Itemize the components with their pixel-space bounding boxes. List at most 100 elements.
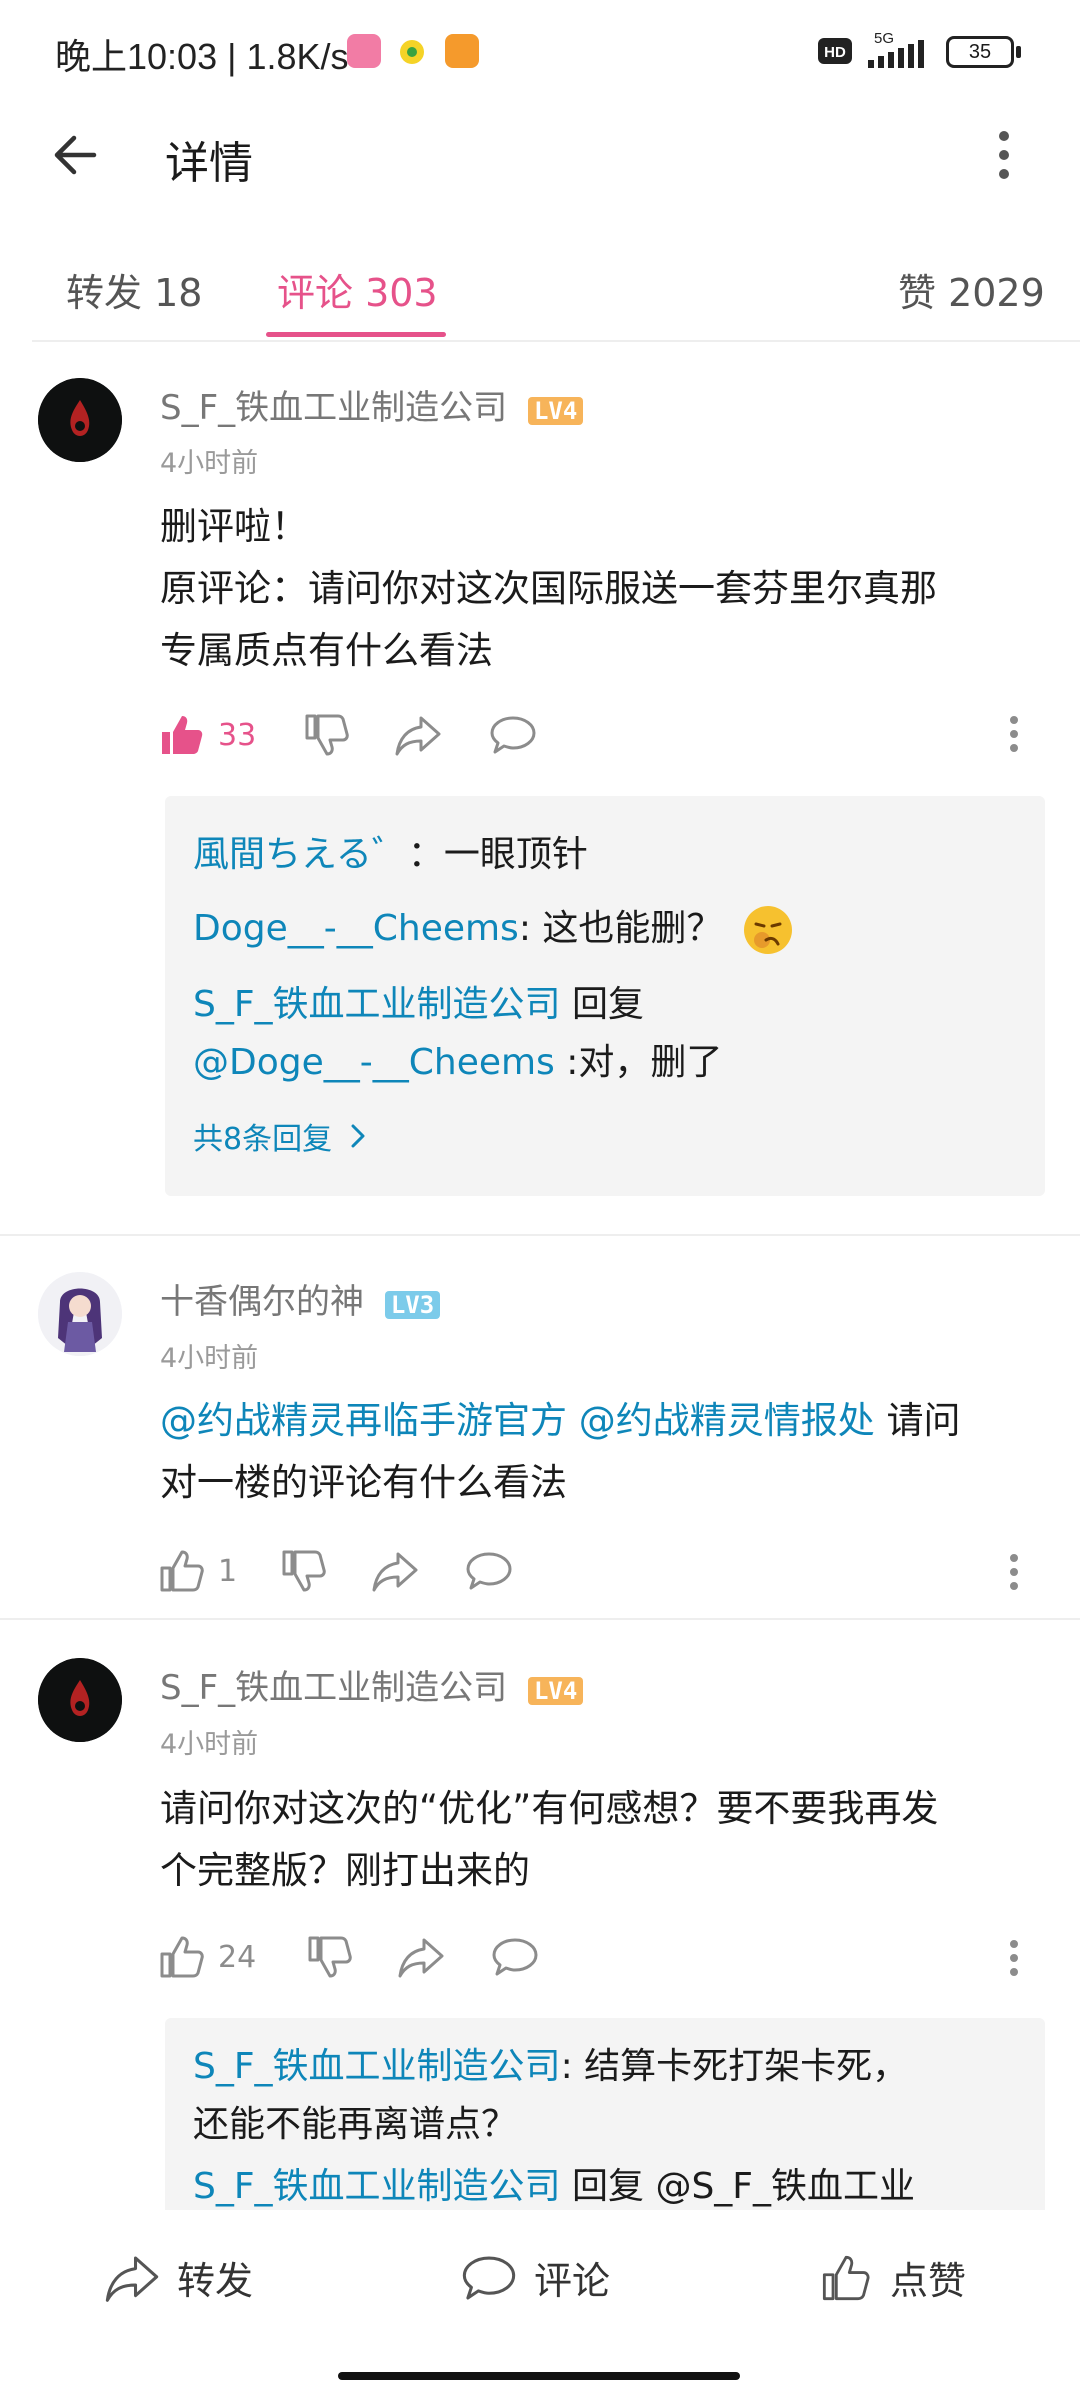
network-speed: 1.8K/s xyxy=(246,36,349,77)
dislike-button[interactable] xyxy=(306,1934,352,1980)
comment-divider xyxy=(0,1618,1080,1620)
share-arrow-icon xyxy=(398,1938,444,1978)
more-replies-label: 共8条回复 xyxy=(193,1122,333,1157)
comment-text[interactable]: @约战精灵再临手游官方 @约战精灵情报处 请问 对一楼的评论有什么看法 xyxy=(160,1390,1040,1514)
home-indicator[interactable] xyxy=(338,2372,740,2380)
reply-button[interactable] xyxy=(490,714,536,756)
comment-divider xyxy=(0,1234,1080,1236)
reply-item[interactable]: 風間ちえる゛：一眼顶针 xyxy=(193,826,1033,884)
level-badge: LV4 xyxy=(527,397,584,425)
reply-item[interactable]: S_F_铁血工业制造公司 回复 @S_F_铁血工业 xyxy=(193,2158,1033,2216)
share-arrow-icon xyxy=(395,716,441,756)
comment-more-button[interactable] xyxy=(1008,1938,1020,1978)
status-time: 晚上10:03 | 1.8K/s xyxy=(55,36,349,77)
author-name[interactable]: S_F_铁血工业制造公司 xyxy=(160,1668,507,1708)
avatar[interactable] xyxy=(38,1658,122,1742)
tab-comments[interactable]: 评论 303 xyxy=(277,262,438,317)
comment-bubble-icon xyxy=(492,1938,538,1976)
thumbs-up-icon xyxy=(160,1936,204,1978)
hd-icon: HD xyxy=(818,38,852,64)
reply-item[interactable]: S_F_铁血工业制造公司: 结算卡死打架卡死， 还能不能再离谱点？ xyxy=(193,2038,1033,2154)
comment-author[interactable]: S_F_铁血工业制造公司 LV4 xyxy=(160,380,584,429)
comment-line: 请问你对这次的“优化”有何感想？要不要我再发 xyxy=(160,1787,939,1830)
more-vertical-icon xyxy=(999,131,1009,179)
share-button[interactable] xyxy=(372,1550,418,1592)
comment-more-button[interactable] xyxy=(1008,1552,1020,1592)
share-button[interactable] xyxy=(395,714,441,756)
reply-item[interactable]: Doge__-__Cheems: 这也能删？ xyxy=(193,900,1033,958)
thumbs-down-icon xyxy=(308,1936,352,1978)
reply-text: : 这也能删？ xyxy=(518,908,723,949)
comment-line: @约战精灵再临手游官方 @约战精灵情报处 请问 xyxy=(160,1390,1040,1452)
thumbs-down-icon xyxy=(282,1550,326,1592)
author-name[interactable]: 十香偶尔的神 xyxy=(160,1282,364,1322)
comment-text[interactable]: 请问你对这次的“优化”有何感想？要不要我再发 个完整版？刚打出来的 xyxy=(160,1778,1040,1902)
comment-line: 专属质点有什么看法 xyxy=(160,629,493,672)
reply-user[interactable]: 風間ちえる゛ xyxy=(193,834,408,875)
avatar-image xyxy=(38,1272,122,1356)
more-vertical-icon xyxy=(1010,1940,1018,1976)
tab-indicator xyxy=(266,332,446,337)
dislike-button[interactable] xyxy=(280,1548,326,1594)
thumbs-up-icon xyxy=(822,2255,870,2300)
reply-text: ：一眼顶针 xyxy=(407,834,588,875)
more-vertical-icon xyxy=(1010,1554,1018,1590)
share-arrow-icon xyxy=(105,2256,159,2302)
reply-user[interactable]: S_F_铁血工业制造公司 xyxy=(193,984,561,1025)
signal-icon: 5G xyxy=(866,30,934,74)
reply-item[interactable]: S_F_铁血工业制造公司 回复 @Doge__-__Cheems :对，删了 xyxy=(193,976,1033,1092)
like-button[interactable]: 33 xyxy=(158,712,256,758)
back-arrow-icon xyxy=(54,135,97,175)
forward-action-button[interactable]: 转发 xyxy=(105,2250,253,2305)
view-all-replies-link[interactable]: 共8条回复 xyxy=(193,1114,368,1158)
avatar[interactable] xyxy=(38,378,122,462)
thumbs-up-filled-icon xyxy=(162,716,203,754)
replies-box[interactable]: S_F_铁血工业制造公司: 结算卡死打架卡死， 还能不能再离谱点？ S_F_铁血… xyxy=(165,2018,1045,2238)
reply-mention[interactable]: @Doge__-__Cheems xyxy=(193,1042,555,1083)
like-button[interactable]: 24 xyxy=(158,1934,256,1980)
like-count: 1 xyxy=(218,1553,238,1589)
avatar[interactable] xyxy=(38,1272,122,1356)
mention-link[interactable]: @约战精灵再临手游官方 xyxy=(160,1399,567,1442)
like-action-button[interactable]: 点赞 xyxy=(818,2250,966,2305)
share-arrow-icon xyxy=(372,1552,418,1592)
comment-line: 原评论：请问你对这次国际服送一套芬里尔真那 xyxy=(160,567,937,610)
tab-likes[interactable]: 赞 2029 xyxy=(898,262,1045,317)
back-button[interactable] xyxy=(50,130,100,180)
comment-author[interactable]: S_F_铁血工业制造公司 LV4 xyxy=(160,1660,584,1709)
reply-text: 还能不能再离谱点？ xyxy=(193,2104,518,2145)
dislike-button[interactable] xyxy=(303,712,349,758)
replies-box[interactable]: 風間ちえる゛：一眼顶针 Doge__-__Cheems: 这也能删？ S_F_铁… xyxy=(165,796,1045,1196)
author-name[interactable]: S_F_铁血工业制造公司 xyxy=(160,388,507,428)
reply-button[interactable] xyxy=(466,1550,512,1592)
mention-link[interactable]: @约战精灵情报处 xyxy=(579,1399,875,1442)
more-menu-button[interactable] xyxy=(992,128,1016,182)
reply-button[interactable] xyxy=(492,1936,538,1978)
comment-more-button[interactable] xyxy=(1008,714,1020,754)
app-notification-icon-2 xyxy=(445,34,479,72)
tabs-divider xyxy=(32,340,1080,342)
tab-forward[interactable]: 转发 18 xyxy=(66,262,202,317)
comment-bubble-icon xyxy=(490,716,536,754)
comment-line: 对一楼的评论有什么看法 xyxy=(160,1461,567,1504)
like-count: 33 xyxy=(218,717,257,753)
comment-time: 4小时前 xyxy=(160,1343,259,1374)
reply-text: :对，删了 xyxy=(554,1042,723,1083)
comment-bubble-icon xyxy=(466,1552,512,1590)
avatar-image xyxy=(38,378,122,462)
battery-icon: 35 xyxy=(946,36,1021,68)
reply-user[interactable]: Doge__-__Cheems xyxy=(193,908,519,949)
reply-user[interactable]: S_F_铁血工业制造公司 xyxy=(193,2046,561,2087)
comment-time: 4小时前 xyxy=(160,1729,259,1760)
svg-text:HD: HD xyxy=(824,44,846,61)
comment-label: 评论 xyxy=(534,2259,611,2303)
reply-text: 回复 @S_F_铁血工业 xyxy=(560,2166,916,2207)
comment-text[interactable]: 删评啦！ 原评论：请问你对这次国际服送一套芬里尔真那 专属质点有什么看法 xyxy=(160,496,1040,682)
reply-user[interactable]: S_F_铁血工业制造公司 xyxy=(193,2166,561,2207)
avatar-image xyxy=(38,1658,122,1742)
share-button[interactable] xyxy=(398,1936,444,1978)
like-button[interactable]: 1 xyxy=(158,1548,237,1594)
network-type: 5G xyxy=(874,30,895,47)
comment-action-button[interactable]: 评论 xyxy=(462,2250,610,2305)
comment-author[interactable]: 十香偶尔的神 LV3 xyxy=(160,1274,441,1323)
